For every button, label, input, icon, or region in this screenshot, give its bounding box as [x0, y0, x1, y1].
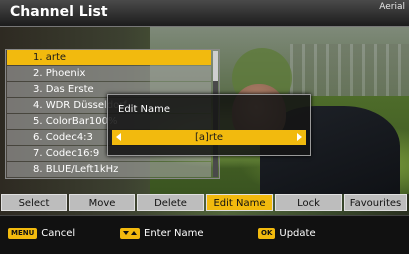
dialog-title: Edit Name	[118, 104, 171, 115]
help-enter-name-label: Enter Name	[144, 228, 204, 239]
channel-label: 6. Codec4:3	[33, 132, 93, 143]
arrow-right-icon[interactable]	[297, 133, 302, 141]
title-bar: Channel List Aerial	[0, 0, 409, 27]
select-button[interactable]: Select	[1, 194, 67, 211]
ok-key-icon: OK	[258, 228, 276, 239]
name-value: [a]rte	[194, 132, 224, 143]
edit-name-button[interactable]: Edit Name	[206, 194, 273, 211]
delete-button[interactable]: Delete	[137, 194, 204, 211]
channel-label: 5. ColorBar100%	[33, 116, 118, 127]
channel-label: 3. Das Erste	[33, 84, 94, 95]
arrow-left-icon[interactable]	[116, 133, 121, 141]
scrollbar-thumb[interactable]	[213, 51, 218, 81]
channel-item-2[interactable]: 2. Phoenix	[7, 66, 211, 81]
move-button[interactable]: Move	[69, 194, 135, 211]
help-update: OK Update	[258, 228, 316, 239]
page-title: Channel List	[10, 4, 108, 20]
channel-item-1[interactable]: 1. arte	[7, 50, 211, 65]
channel-label: 1. arte	[33, 52, 67, 63]
channel-item-8[interactable]: 8. BLUE/Left1kHz	[7, 162, 211, 177]
channel-label: 7. Codec16:9	[33, 148, 100, 159]
help-update-label: Update	[279, 228, 316, 239]
channel-label: 2. Phoenix	[33, 68, 86, 79]
help-cancel-label: Cancel	[41, 228, 76, 239]
help-cancel: MENU Cancel	[8, 228, 75, 239]
name-input[interactable]: [a]rte	[112, 130, 306, 145]
menu-key-icon: MENU	[8, 228, 38, 239]
edit-name-dialog: Edit Name [a]rte	[107, 94, 311, 156]
up-down-arrows-icon	[120, 228, 140, 239]
lock-button[interactable]: Lock	[275, 194, 342, 211]
function-bar: Select Move Delete Edit Name Lock Favour…	[0, 194, 409, 212]
help-bar: MENU Cancel Enter Name OK Update	[0, 215, 409, 254]
tv-screen: Channel List Aerial 1. arte 2. Phoenix 3…	[0, 0, 409, 254]
channel-label: 8. BLUE/Left1kHz	[33, 164, 119, 175]
favourites-button[interactable]: Favourites	[344, 194, 407, 211]
help-enter-name: Enter Name	[120, 228, 204, 239]
source-label: Aerial	[379, 2, 405, 12]
